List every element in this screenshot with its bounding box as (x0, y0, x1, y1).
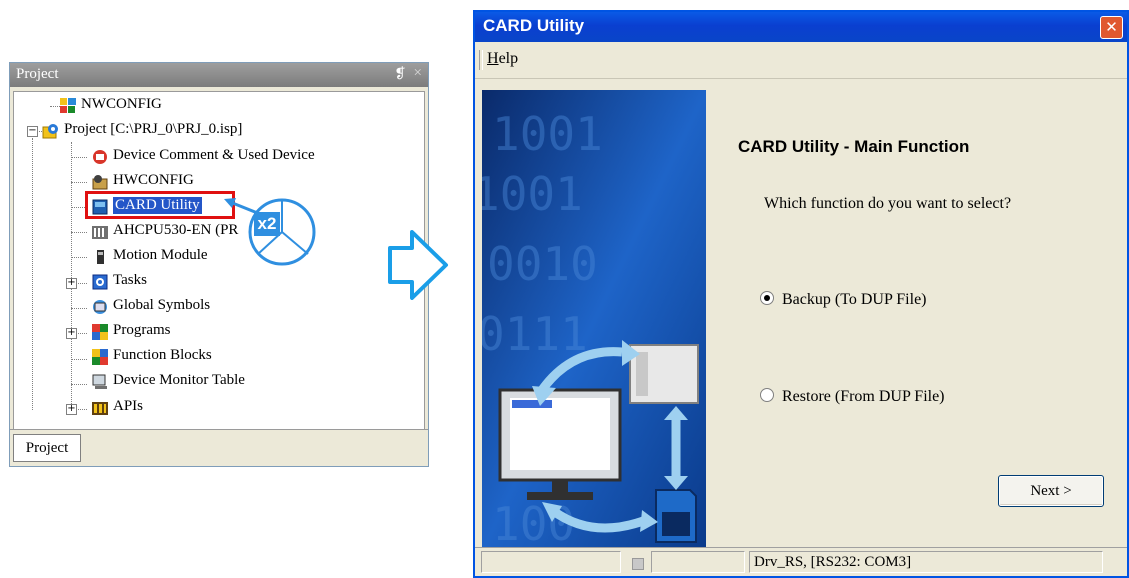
svg-text:100: 100 (492, 497, 575, 550)
project-gear-icon (42, 124, 58, 139)
svg-text:1001: 1001 (482, 167, 583, 221)
connection-status: Drv_RS, [RS232: COM3] (749, 551, 1103, 573)
next-button[interactable]: Next > (998, 475, 1104, 507)
main-function-panel: CARD Utility - Main Function Which funct… (708, 90, 1121, 550)
menubar-grip (479, 50, 483, 70)
tree-line (71, 257, 87, 258)
card-utility-dialog: CARD Utility ✕ Help 1001 1001 0010 0111 100 (473, 10, 1129, 578)
tree-line (32, 138, 33, 410)
tree-line (71, 182, 87, 183)
motion-module-icon (97, 250, 104, 264)
tree-expand-toggle[interactable]: + (66, 278, 77, 289)
restore-radio[interactable] (760, 388, 774, 402)
backup-option[interactable]: Backup (To DUP File) (760, 291, 927, 309)
menubar: Help (475, 42, 1127, 79)
device-monitor-icon (92, 374, 107, 389)
close-icon[interactable]: × (414, 65, 422, 82)
tree-line (71, 157, 87, 158)
project-panel-title: Project (16, 66, 59, 82)
tasks-icon (92, 274, 108, 290)
global-symbols-icon (93, 300, 107, 314)
tree-line (71, 384, 87, 385)
svg-text:0111: 0111 (482, 307, 588, 361)
network-config-icon (60, 98, 76, 113)
panel-heading: CARD Utility - Main Function (738, 137, 970, 156)
pin-icon[interactable]: ❡ (394, 66, 406, 83)
tree-collapse-toggle[interactable]: − (27, 126, 38, 137)
menu-help[interactable]: Help (487, 50, 518, 68)
statusbar-cell (651, 551, 745, 573)
tree-line (71, 359, 87, 360)
card-utility-illustration: 1001 1001 0010 0111 100 (482, 90, 706, 550)
close-button[interactable]: ✕ (1100, 16, 1123, 39)
programs-icon (92, 324, 108, 340)
tree-expand-toggle[interactable]: + (66, 404, 77, 415)
hardware-config-icon (92, 175, 108, 190)
tree-line (71, 232, 87, 233)
tab-project[interactable]: Project (13, 434, 81, 462)
svg-text:0010: 0010 (487, 237, 598, 291)
dialog-title: CARD Utility (483, 16, 585, 35)
device-comment-icon (93, 150, 107, 164)
apis-icon (92, 402, 108, 415)
question-text: Which function do you want to select? (764, 195, 1012, 212)
status-led-icon (632, 558, 644, 570)
tree-line (71, 308, 87, 309)
project-panel: Project ❡ × − + + + NWCONFIG Project [C:… (9, 62, 429, 467)
flow-arrow-icon (388, 230, 448, 300)
statusbar: Drv_RS, [RS232: COM3] (475, 547, 1127, 576)
tree-expand-toggle[interactable]: + (66, 328, 77, 339)
project-tabbar: Project (10, 429, 428, 466)
callout-label: x2 (254, 212, 280, 236)
statusbar-cell (481, 551, 621, 573)
restore-option[interactable]: Restore (From DUP File) (760, 388, 945, 406)
cpu-icon (92, 226, 108, 239)
project-panel-titlebar: Project ❡ × (10, 63, 428, 87)
project-tree: − + + + NWCONFIG Project [C:\PRJ_0\PRJ_0… (13, 91, 425, 430)
highlight-box (85, 191, 235, 219)
function-blocks-icon (92, 349, 108, 365)
svg-text:1001: 1001 (492, 107, 603, 161)
backup-radio[interactable] (760, 291, 774, 305)
dialog-titlebar: CARD Utility ✕ (475, 12, 1127, 42)
